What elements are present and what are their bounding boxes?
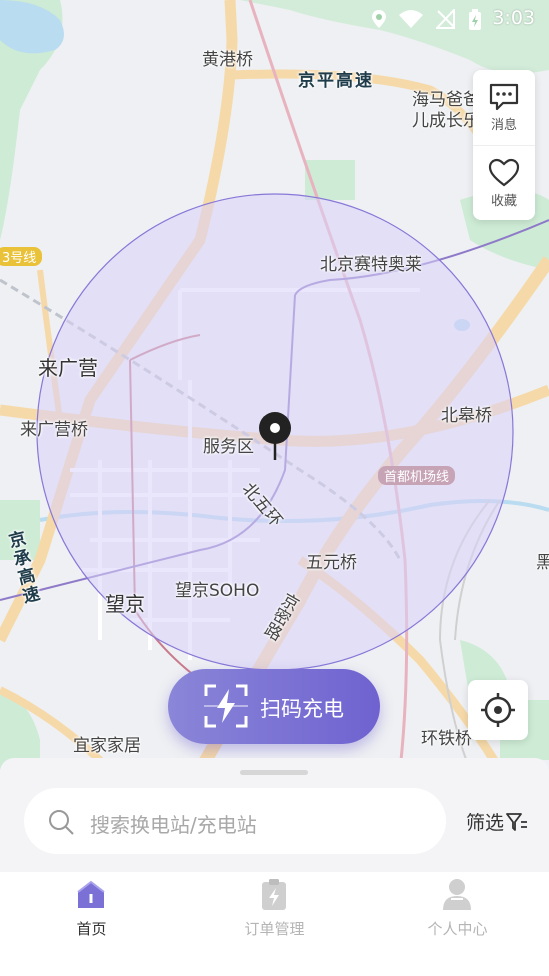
crosshair-icon: [481, 693, 515, 727]
map-label: 望京: [105, 592, 145, 616]
map-label: 服务区: [203, 437, 254, 457]
wifi-icon: [399, 10, 423, 28]
map-label: 五元桥: [306, 553, 357, 573]
status-bar: 3:03: [0, 0, 549, 38]
battery-icon: [469, 9, 481, 30]
map-label: 3号线: [0, 247, 43, 266]
filter-icon: [506, 813, 527, 831]
drag-handle[interactable]: [240, 770, 308, 775]
search-icon: [49, 810, 74, 835]
signal-icon: [436, 9, 455, 29]
tab-profile[interactable]: 个人中心: [366, 872, 549, 976]
tab-home-label: 首页: [76, 920, 107, 938]
heart-icon: [488, 158, 520, 187]
scan-to-charge-button[interactable]: 扫码充电: [168, 669, 380, 744]
clock: 3:03: [492, 7, 535, 29]
scan-charge-icon: [204, 684, 248, 728]
map-label: 来广营: [38, 356, 98, 380]
messages-button[interactable]: 消息: [473, 70, 535, 145]
map-label: 望京SOHO: [175, 581, 260, 601]
tab-orders-label: 订单管理: [244, 920, 305, 938]
tab-home[interactable]: 首页: [0, 872, 183, 976]
map-view[interactable]: 黄港桥 京平高速 海马爸爸 儿成长乐 3号线 北京赛特奥莱 来广营 来广营桥 服…: [0, 0, 549, 770]
filter-button[interactable]: 筛选: [466, 808, 527, 835]
map-label: 黑: [536, 553, 549, 573]
location-status-icon: [372, 10, 386, 28]
map-label: 黄港桥: [202, 50, 253, 70]
search-input[interactable]: 搜索换电站/充电站: [24, 788, 446, 854]
map-label: 北皋桥: [441, 406, 492, 426]
favorites-button[interactable]: 收藏: [473, 146, 535, 221]
bottom-sheet: 搜索换电站/充电站 筛选: [0, 758, 549, 872]
filter-label: 筛选: [466, 812, 505, 834]
search-placeholder: 搜索换电站/充电站: [90, 813, 257, 837]
locate-me-button[interactable]: [468, 680, 528, 740]
scan-to-charge-label: 扫码充电: [260, 697, 344, 721]
user-icon: [443, 879, 471, 910]
tab-profile-label: 个人中心: [427, 920, 488, 938]
map-label: 首都机场线: [378, 466, 456, 485]
map-label: 京平高速: [298, 71, 374, 91]
map-label: 儿成长乐: [412, 111, 480, 131]
clipboard-icon: [262, 879, 286, 910]
favorites-label: 收藏: [490, 194, 517, 209]
side-action-panel: 消息 收藏: [473, 70, 535, 220]
map-label: 来广营桥: [20, 420, 88, 440]
tab-orders[interactable]: 订单管理: [183, 872, 366, 976]
map-label: 北京赛特奥莱: [320, 255, 422, 275]
message-icon: [489, 83, 519, 111]
map-label: 宜家家居: [73, 736, 141, 756]
bottom-tab-bar: 首页 订单管理 个人中心: [0, 872, 549, 976]
map-label: 环铁桥: [421, 729, 472, 749]
messages-label: 消息: [490, 118, 517, 133]
home-icon: [77, 880, 105, 908]
